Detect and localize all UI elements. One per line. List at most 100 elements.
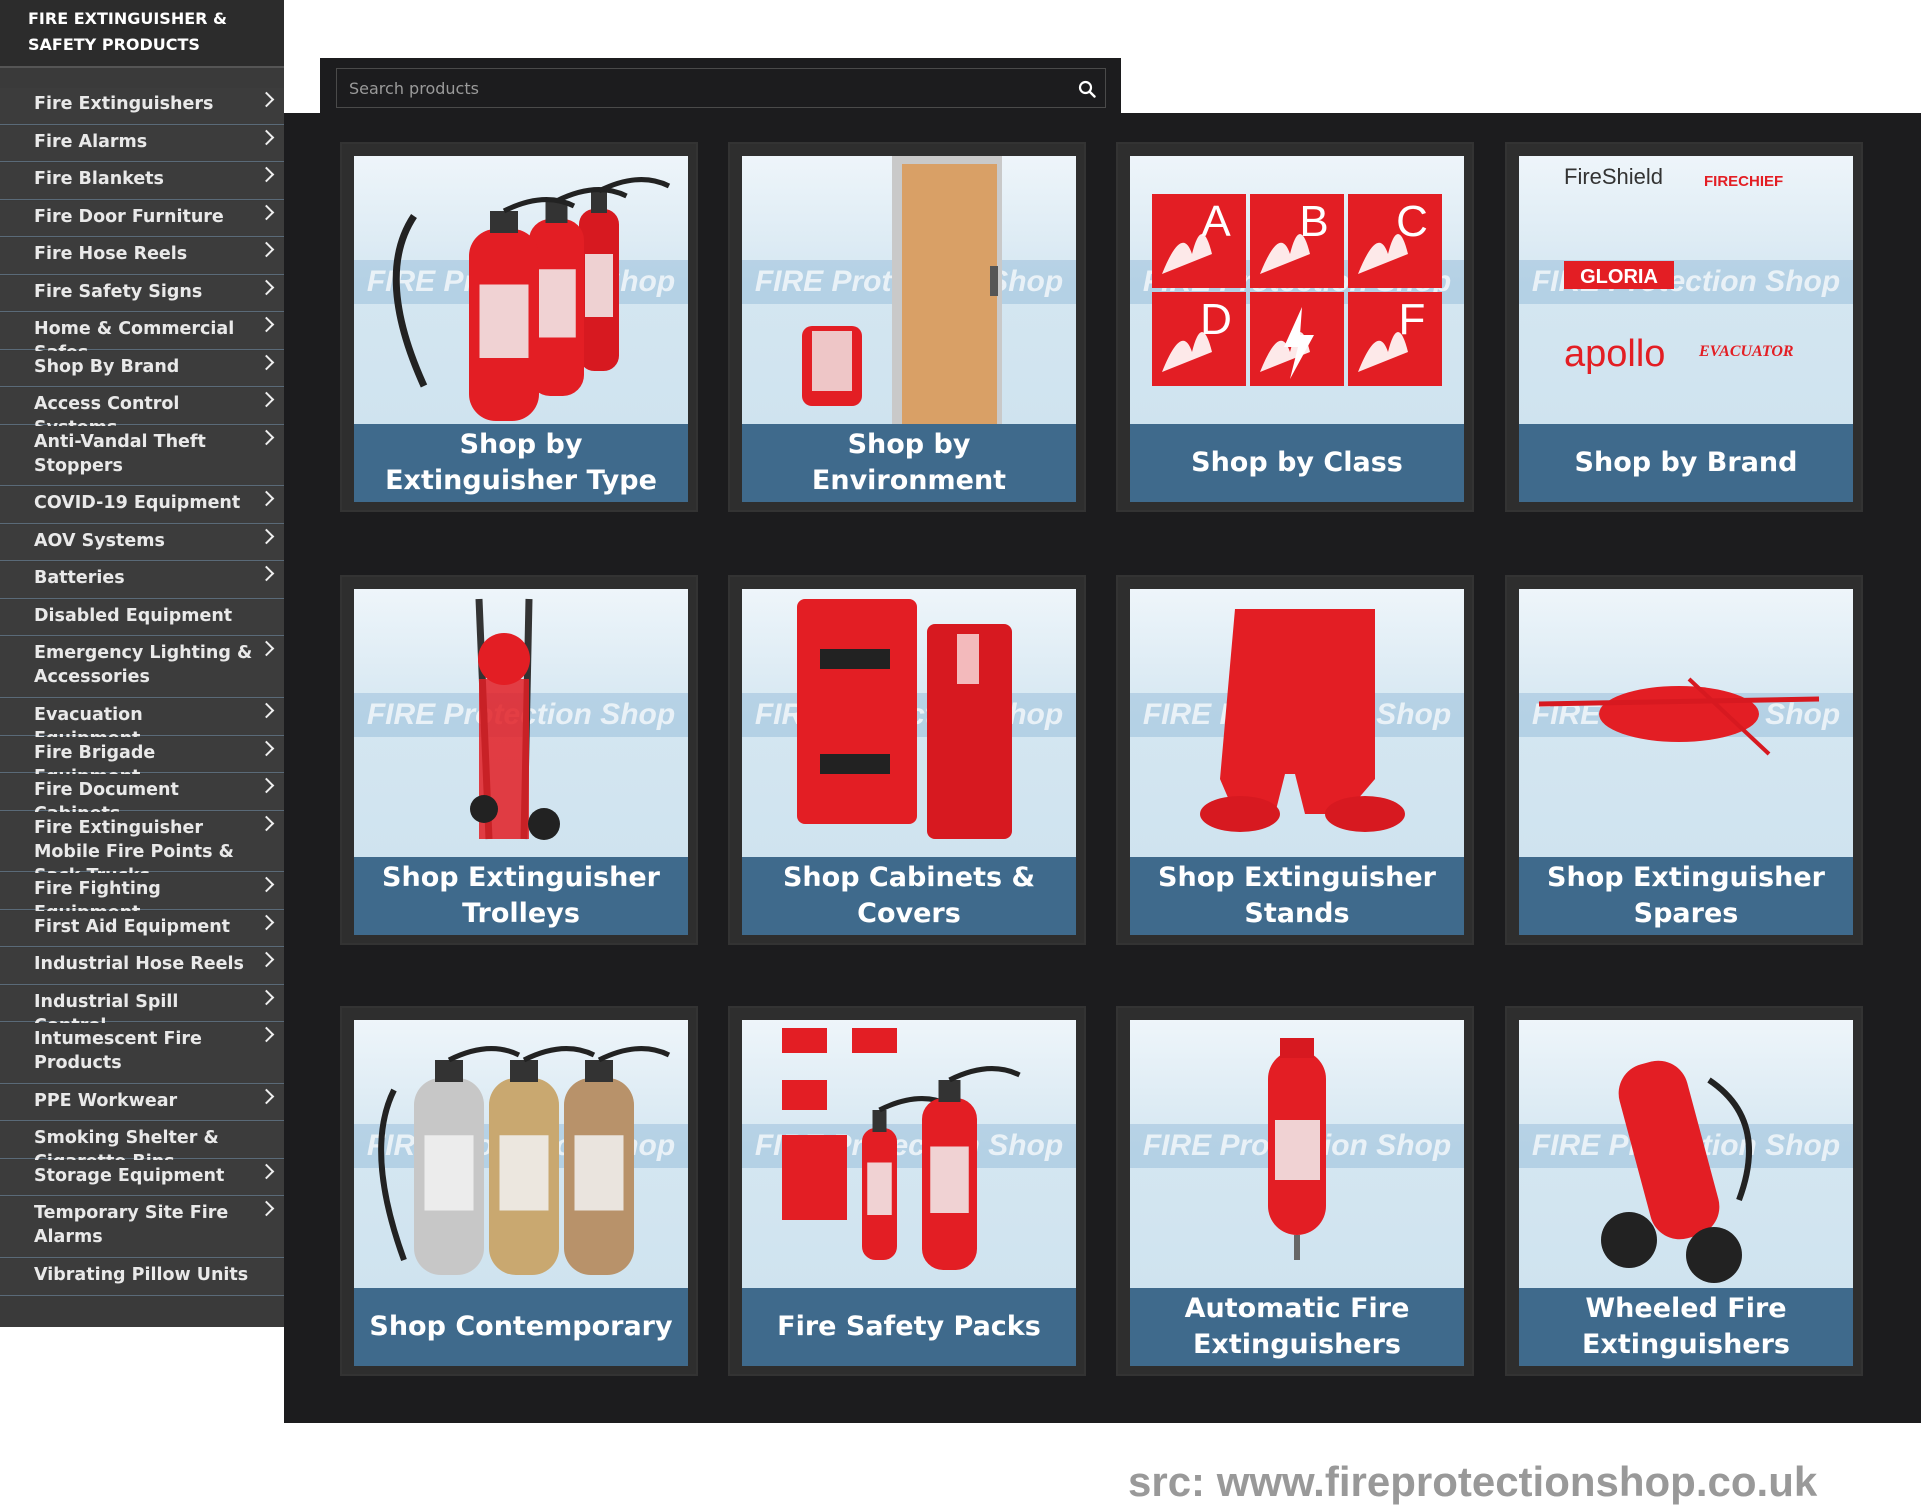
card-image: FIRE Protection Shop: [1519, 589, 1853, 857]
card-label: Shop Cabinets & Covers: [742, 857, 1076, 935]
sidebar-item[interactable]: Fire Alarms: [0, 126, 284, 162]
chevron-right-icon: [258, 1200, 275, 1217]
sidebar-item[interactable]: Temporary Site Fire Alarms: [0, 1197, 284, 1258]
sidebar-item[interactable]: Vibrating Pillow Units: [0, 1259, 284, 1296]
card-label-text: Shop by Environment: [811, 429, 1007, 496]
chevron-right-icon: [258, 204, 275, 221]
category-card[interactable]: FIRE Protection Shop FireShield FIRECHIE…: [1505, 142, 1863, 512]
card-label: Shop Extinguisher Spares: [1519, 857, 1853, 935]
card-label: Shop Extinguisher Trolleys: [354, 857, 688, 935]
card-label-text: Shop by Extinguisher Type: [385, 429, 657, 496]
card-label: Fire Safety Packs: [742, 1288, 1076, 1366]
sidebar-item[interactable]: Fire Safety Signs: [0, 276, 284, 312]
card-label: Wheeled Fire Extinguishers: [1519, 1288, 1853, 1366]
category-card[interactable]: FIRE Protection Shop Automatic Fire Exti…: [1116, 1006, 1474, 1376]
main-panel: FIRE Protection Shop Shop by Extinguishe…: [284, 113, 1921, 1423]
category-card[interactable]: FIRE Protection Shop Shop by Extinguishe…: [340, 142, 698, 512]
sidebar-item-label: Temporary Site Fire Alarms: [34, 1203, 229, 1247]
product-illustration: [782, 1028, 1021, 1270]
card-label-text: Automatic Fire Extinguishers: [1184, 1293, 1410, 1360]
sidebar-item-label: Emergency Lighting & Accessories: [34, 643, 253, 687]
sidebar-item[interactable]: Fire Blankets: [0, 163, 284, 200]
sidebar-item[interactable]: PPE Workwear: [0, 1085, 284, 1121]
svg-text:FireShield: FireShield: [1564, 164, 1663, 189]
product-illustration: [378, 1046, 671, 1275]
chevron-right-icon: [258, 241, 275, 258]
sidebar-item[interactable]: AOV Systems: [0, 525, 284, 561]
card-image: FIRE Protection Shop: [1130, 589, 1464, 857]
category-card[interactable]: FIRE Protection Shop Shop Contemporary: [340, 1006, 698, 1376]
card-label: Shop by Extinguisher Type: [354, 424, 688, 502]
product-illustration: [1268, 1038, 1326, 1260]
sidebar-item[interactable]: Fire Document Cabinets: [0, 774, 284, 824]
product-illustration: [797, 599, 1012, 839]
chevron-right-icon: [258, 565, 275, 582]
sidebar-item[interactable]: Shop By Brand: [0, 351, 284, 387]
source-note: src: www.fireprotectionshop.co.uk: [1128, 1458, 1818, 1505]
sidebar-item-label: Fire Alarms: [34, 132, 148, 152]
sidebar-item[interactable]: Disabled Equipment: [0, 600, 284, 636]
sidebar-item[interactable]: First Aid Equipment: [0, 911, 284, 947]
category-card[interactable]: FIRE Protection Shop Wheeled Fire Exting…: [1505, 1006, 1863, 1376]
chevron-right-icon: [258, 1163, 275, 1180]
product-illustration: [802, 156, 1002, 424]
sidebar-item[interactable]: Emergency Lighting & Accessories: [0, 637, 284, 698]
sidebar-item[interactable]: Industrial Spill Control: [0, 986, 284, 1036]
svg-text:EVACUATOR: EVACUATOR: [1698, 343, 1794, 360]
svg-text:GLORIA: GLORIA: [1580, 266, 1658, 288]
product-illustration: [392, 177, 671, 421]
chevron-right-icon: [258, 166, 275, 183]
svg-text:B: B: [1299, 197, 1328, 246]
sidebar-item[interactable]: COVID-19 Equipment: [0, 487, 284, 524]
sidebar-item[interactable]: Fire Extinguisher Mobile Fire Points & S…: [0, 812, 284, 886]
sidebar-item[interactable]: Home & Commercial Safes: [0, 313, 284, 363]
card-image: FIRE Protection Shop: [1130, 1020, 1464, 1288]
sidebar-item-label: Disabled Equipment: [34, 606, 233, 626]
sidebar-item-label: Batteries: [34, 568, 125, 588]
chevron-right-icon: [258, 129, 275, 146]
category-card[interactable]: FIRE Protection Shop Shop by Environment: [728, 142, 1086, 512]
sidebar-item[interactable]: Fire Extinguishers: [0, 88, 284, 125]
sidebar-item[interactable]: Anti-Vandal Theft Stoppers: [0, 426, 284, 486]
card-image: FIRE Protection Shop: [742, 156, 1076, 424]
category-card[interactable]: FIRE Protection Shop Shop Cabinets & Cov…: [728, 575, 1086, 945]
card-label-text: Shop Extinguisher Spares: [1547, 862, 1825, 929]
chevron-right-icon: [258, 316, 275, 333]
sidebar-item-label: Fire Door Furniture: [34, 207, 224, 227]
sidebar-item[interactable]: Batteries: [0, 562, 284, 599]
sidebar-item[interactable]: Smoking Shelter & Cigarette Bins: [0, 1122, 284, 1172]
sidebar-item[interactable]: Fire Hose Reels: [0, 238, 284, 275]
sidebar-item-label: PPE Workwear: [34, 1091, 178, 1111]
sidebar-item[interactable]: Storage Equipment: [0, 1160, 284, 1196]
sidebar-item[interactable]: Fire Fighting Equipment: [0, 873, 284, 923]
sidebar-item[interactable]: Access Control Systems: [0, 388, 284, 438]
chevron-right-icon: [258, 702, 275, 719]
card-label-text: Shop Extinguisher Stands: [1158, 862, 1436, 929]
sidebar-item[interactable]: Fire Door Furniture: [0, 201, 284, 237]
sidebar-item-label: Fire Safety Signs: [34, 282, 203, 302]
card-label: Shop Extinguisher Stands: [1130, 857, 1464, 935]
category-card[interactable]: FIRE Protection Shop Shop Extinguisher T…: [340, 575, 698, 945]
card-image: FIRE Protection Shop: [742, 589, 1076, 857]
category-card[interactable]: FIRE Protection Shop Shop Extinguisher S…: [1505, 575, 1863, 945]
sidebar-item[interactable]: Fire Brigade Equipment: [0, 737, 284, 787]
sidebar-item[interactable]: Evacuation Equipment: [0, 699, 284, 749]
product-illustration: A B C D F: [1152, 194, 1442, 386]
card-image: FIRE Protection Shop: [742, 1020, 1076, 1288]
card-label: Shop by Brand: [1519, 424, 1853, 502]
category-card[interactable]: FIRE Protection Shop Shop Extinguisher S…: [1116, 575, 1474, 945]
chevron-right-icon: [258, 391, 275, 408]
search-input[interactable]: [336, 68, 1106, 108]
sidebar-item-label: Industrial Hose Reels: [34, 954, 244, 974]
sidebar-item-label: Storage Equipment: [34, 1166, 225, 1186]
category-sidebar: FIRE EXTINGUISHER & SAFETY PRODUCTS Fire…: [0, 0, 284, 1327]
search-icon[interactable]: [1078, 80, 1096, 98]
sidebar-title: FIRE EXTINGUISHER & SAFETY PRODUCTS: [0, 0, 284, 68]
category-card[interactable]: FIRE Protection Shop Fire Safety Packs: [728, 1006, 1086, 1376]
svg-text:F: F: [1399, 295, 1426, 344]
card-label-text: Shop Contemporary: [369, 1311, 673, 1342]
category-card[interactable]: FIRE Protection Shop A B C D F Shop by Cl…: [1116, 142, 1474, 512]
sidebar-item-label: Shop By Brand: [34, 357, 180, 377]
sidebar-item[interactable]: Intumescent Fire Products: [0, 1023, 284, 1084]
sidebar-item[interactable]: Industrial Hose Reels: [0, 948, 284, 985]
